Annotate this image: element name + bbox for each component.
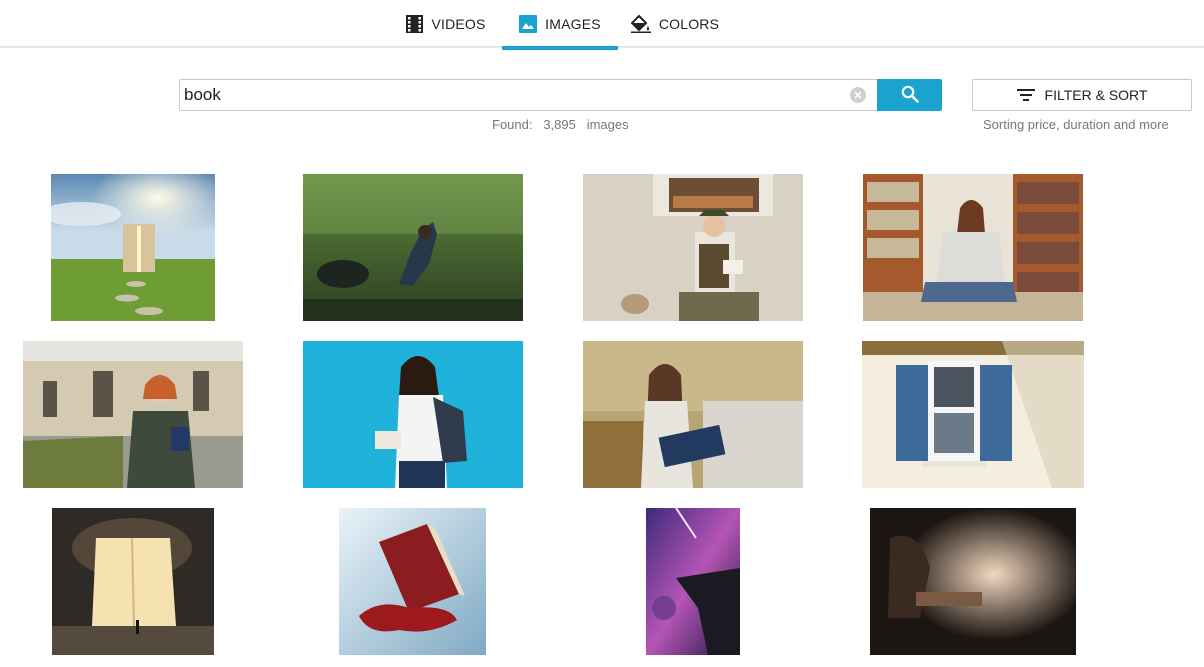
- result-thumbnail-student-campus[interactable]: [23, 341, 243, 488]
- media-type-tabs: VIDEOS IMAGES COLORS: [0, 0, 1204, 50]
- tab-videos[interactable]: VIDEOS: [395, 0, 497, 48]
- result-thumbnail-woman-in-rain[interactable]: [303, 174, 523, 321]
- filter-sort-button[interactable]: FILTER & SORT: [972, 79, 1192, 111]
- result-thumbnail-melting-bible[interactable]: [339, 508, 486, 655]
- result-thumbnail-book-dust[interactable]: [870, 508, 1076, 655]
- found-count: 3,895: [543, 117, 576, 132]
- paint-bucket-icon: [630, 15, 651, 33]
- search-box: [179, 79, 877, 111]
- result-thumbnail-giant-glowing-book[interactable]: [52, 508, 214, 655]
- result-thumbnail-woman-bookshelf[interactable]: [863, 174, 1083, 321]
- search-input[interactable]: [180, 80, 848, 110]
- result-thumbnail-student-autumn[interactable]: [583, 341, 803, 488]
- film-icon: [406, 15, 424, 33]
- result-thumbnail-cosmic-cliff[interactable]: [646, 508, 740, 655]
- found-unit: images: [586, 117, 629, 132]
- result-thumbnail-student-blue[interactable]: [303, 341, 523, 488]
- image-icon: [519, 15, 538, 33]
- search-button[interactable]: [877, 79, 942, 111]
- filter-hint: Sorting price, duration and more: [983, 117, 1169, 132]
- tab-images[interactable]: IMAGES: [502, 0, 618, 50]
- tab-colors[interactable]: COLORS: [622, 0, 728, 48]
- tab-images-label: IMAGES: [545, 16, 601, 32]
- result-thumbnail-old-man-reading[interactable]: [583, 174, 803, 321]
- filter-icon: [1016, 89, 1035, 101]
- tab-colors-label: COLORS: [658, 16, 720, 32]
- result-thumbnail-open-book-doorway[interactable]: [51, 174, 215, 321]
- result-thumbnail-window-shutters[interactable]: [862, 341, 1084, 488]
- clear-icon[interactable]: [850, 87, 866, 103]
- results-count: Found: 3,895 images: [492, 117, 629, 132]
- filter-sort-label: FILTER & SORT: [1044, 87, 1148, 103]
- search-icon: [901, 85, 919, 106]
- tab-videos-label: VIDEOS: [431, 16, 486, 32]
- found-label: Found:: [492, 117, 533, 132]
